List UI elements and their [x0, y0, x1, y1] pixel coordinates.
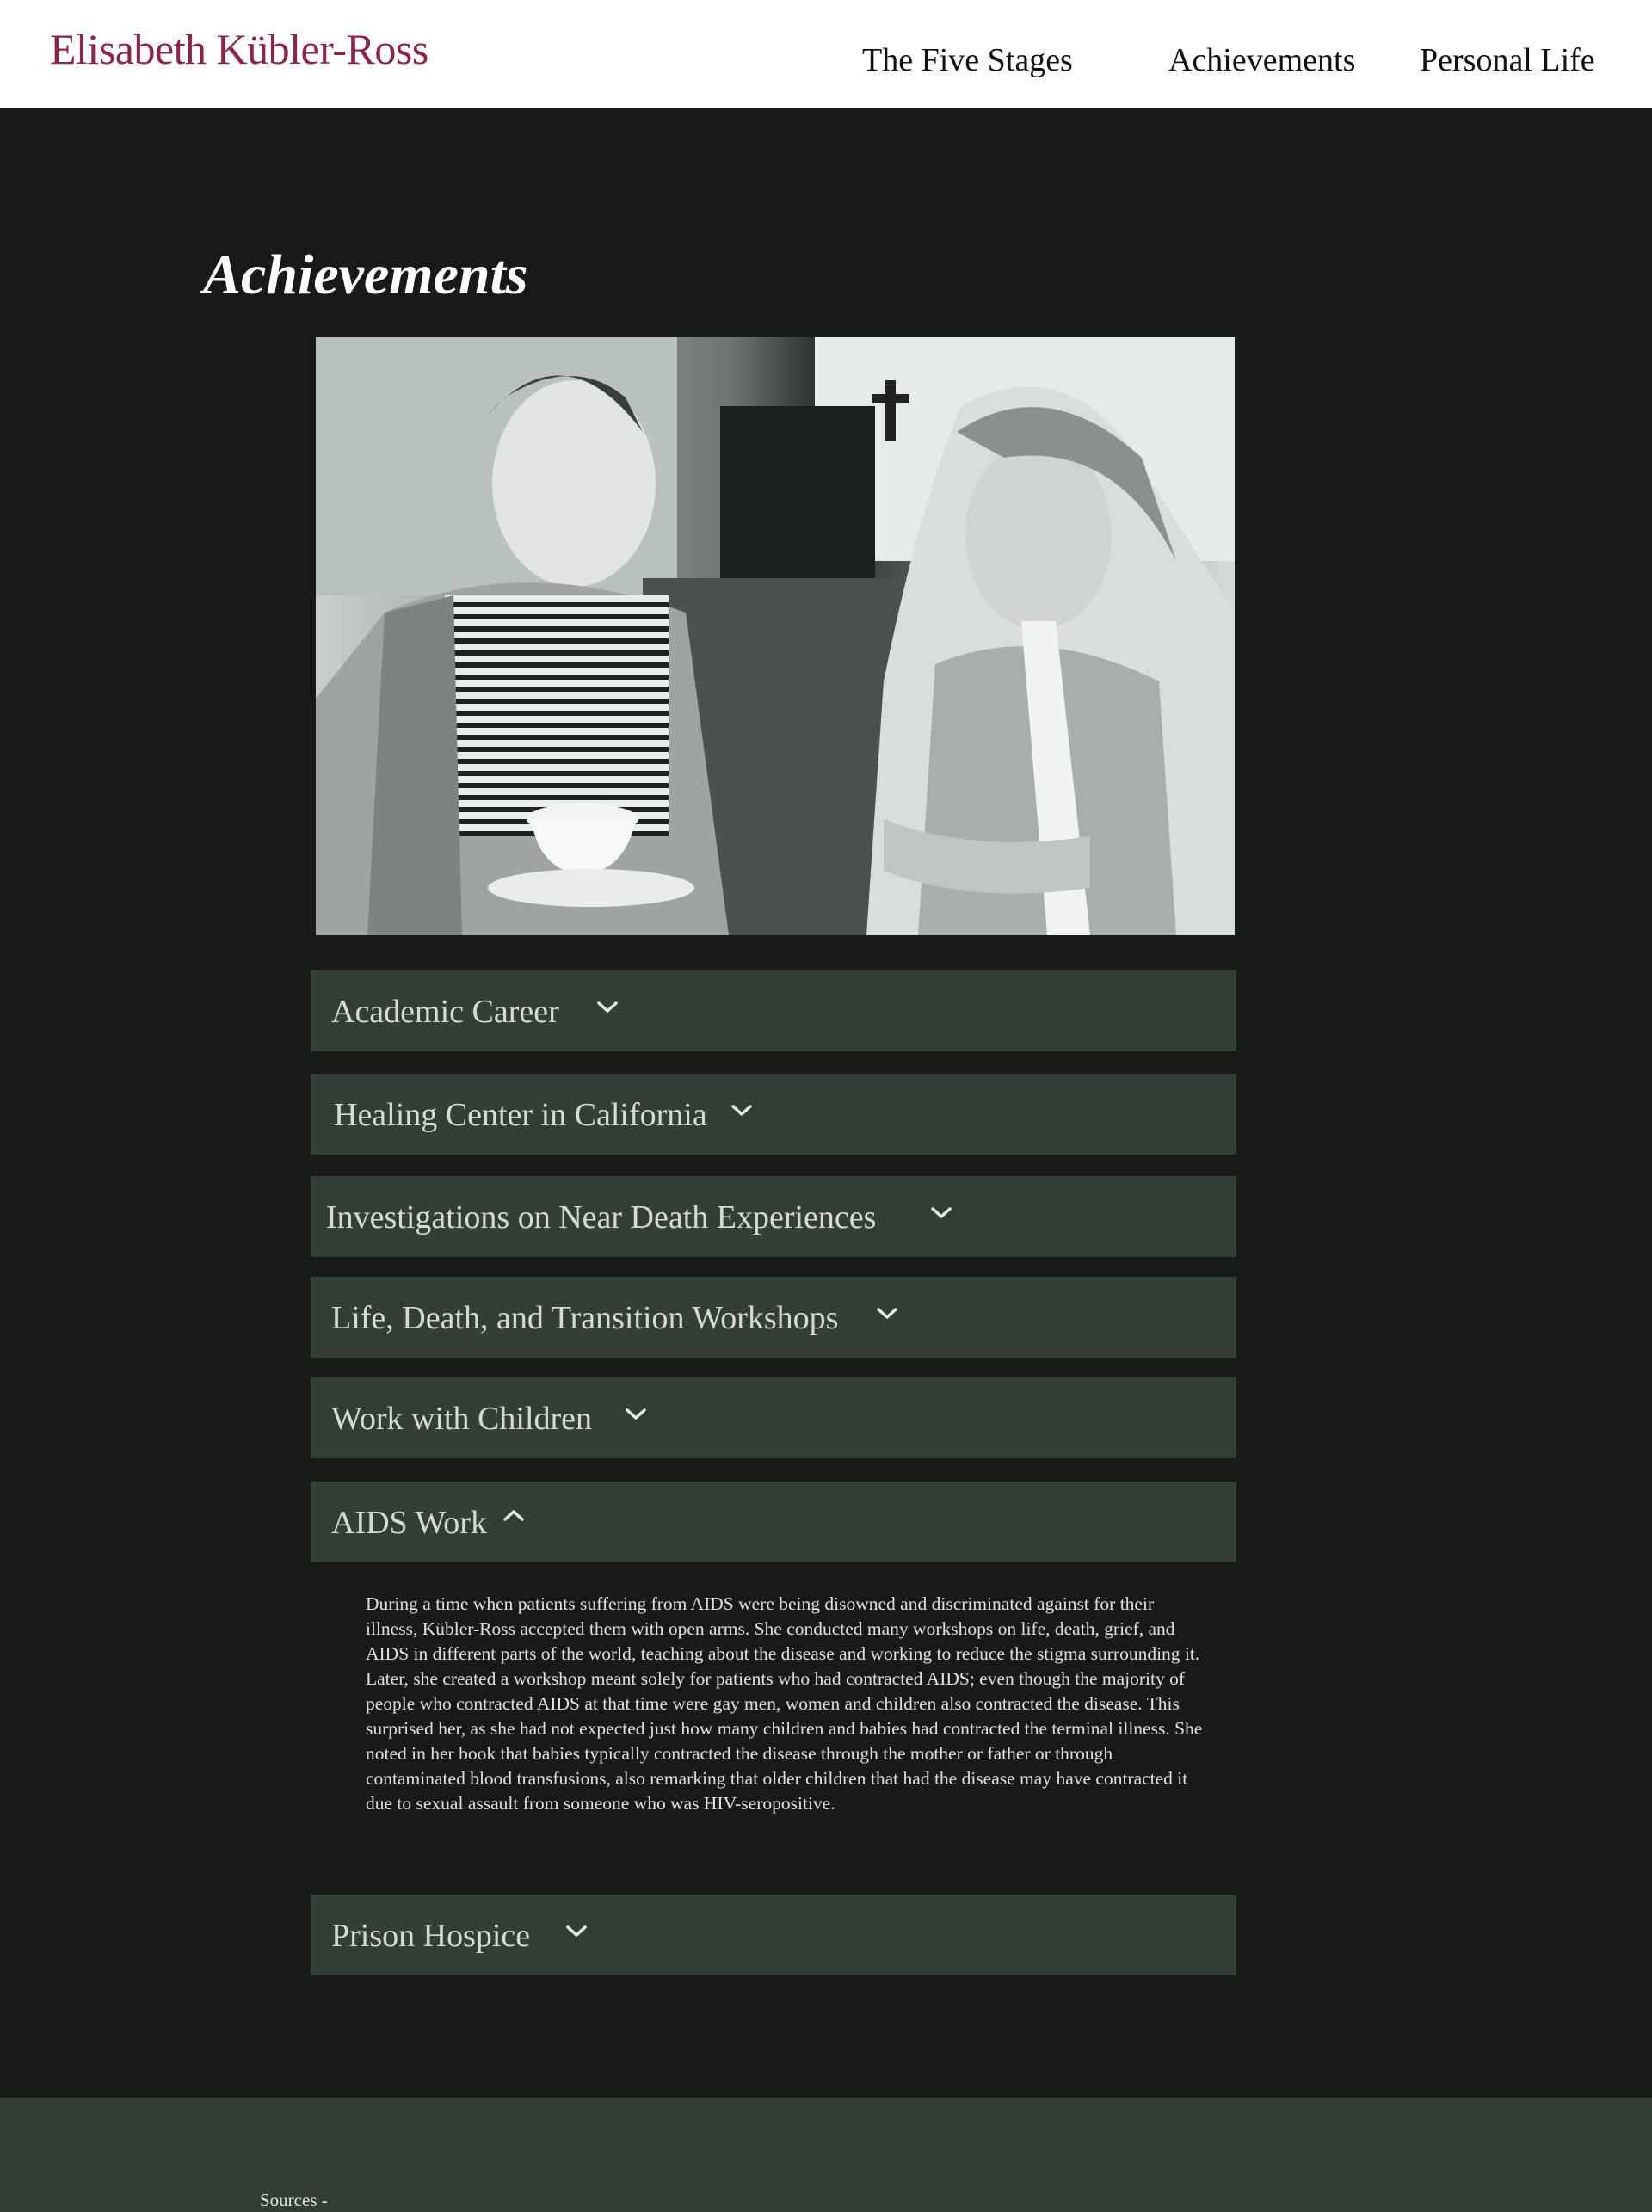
accordion-near-death-experiences[interactable]: Investigations on Near Death Experiences: [311, 1176, 1236, 1257]
chevron-down-icon: [731, 1105, 752, 1116]
accordion-label: Life, Death, and Transition Workshops: [331, 1300, 839, 1336]
accordion-academic-career[interactable]: Academic Career: [311, 970, 1236, 1051]
accordion-prison-hospice[interactable]: Prison Hospice: [311, 1895, 1236, 1975]
nav-link-five-stages[interactable]: The Five Stages: [862, 41, 1073, 79]
site-brand-link[interactable]: Elisabeth Kübler-Ross: [50, 24, 428, 74]
accordion-aids-work[interactable]: AIDS Work: [311, 1482, 1236, 1562]
site-header: Elisabeth Kübler-Ross The Five Stages Ac…: [0, 0, 1652, 108]
accordion-label: Investigations on Near Death Experiences: [326, 1199, 877, 1235]
accordion-label: Healing Center in California: [334, 1097, 707, 1133]
accordion-label: Academic Career: [331, 994, 559, 1030]
chevron-up-icon: [503, 1510, 524, 1521]
site-footer: [0, 2098, 1652, 2212]
chevron-down-icon: [626, 1408, 646, 1420]
chevron-down-icon: [877, 1308, 897, 1319]
accordion-healing-center[interactable]: Healing Center in California: [311, 1074, 1236, 1155]
nav-link-personal-life[interactable]: Personal Life: [1420, 41, 1595, 79]
accordion-work-with-children[interactable]: Work with Children: [311, 1377, 1236, 1458]
chevron-down-icon: [597, 1001, 618, 1013]
chevron-down-icon: [931, 1207, 952, 1218]
accordion-label: Work with Children: [331, 1401, 593, 1437]
accordion-aids-work-content: During a time when patients suffering fr…: [366, 1593, 1203, 1814]
nav-link-achievements[interactable]: Achievements: [1168, 41, 1355, 79]
chevron-down-icon: [566, 1925, 587, 1937]
sources-label: Sources -: [260, 2190, 328, 2210]
accordion-transition-workshops[interactable]: Life, Death, and Transition Workshops: [311, 1277, 1236, 1358]
page-title: Achievements: [203, 243, 528, 306]
accordion-label: Prison Hospice: [331, 1918, 531, 1954]
accordion-label: AIDS Work: [331, 1505, 487, 1541]
hero-photo: [316, 337, 1235, 935]
